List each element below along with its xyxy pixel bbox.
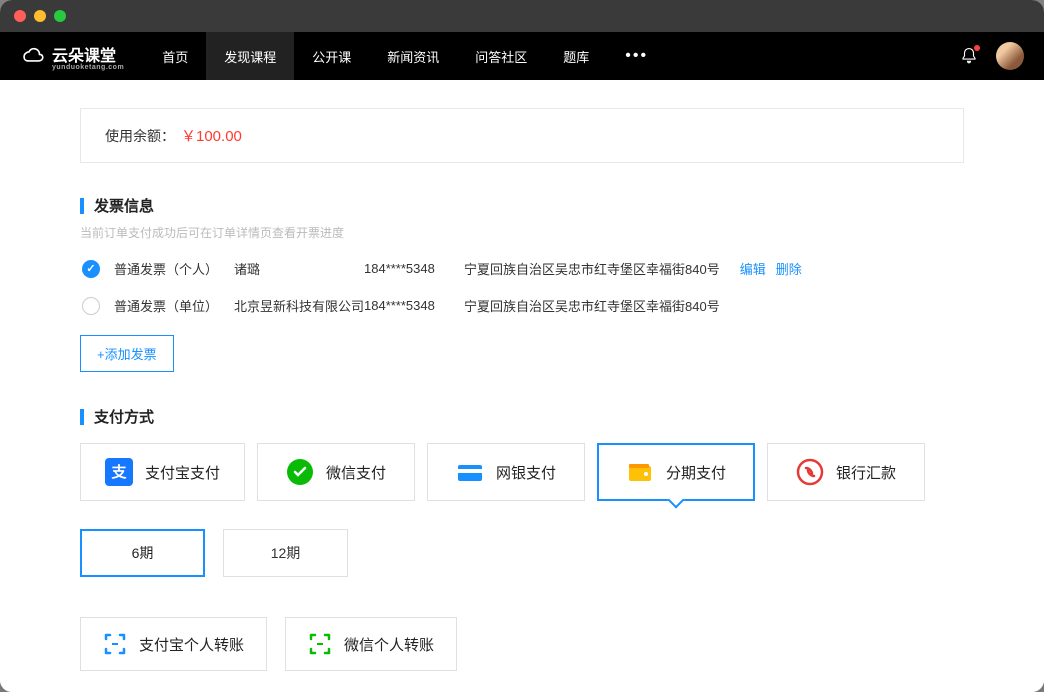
payment-section-title: 支付方式 [80,406,964,427]
pay-label: 网银支付 [496,462,556,483]
notification-dot-icon [974,45,980,51]
nav-question-bank[interactable]: 题库 [545,32,607,80]
logo-subtext: yunduoketang.com [52,64,124,71]
nav-more-icon[interactable]: ••• [607,47,666,65]
invoice-phone: 184****5348 [364,261,464,276]
transfer-label: 微信个人转账 [344,634,434,655]
invoice-actions: 编辑删除 [740,259,812,278]
wechat-icon [286,458,314,486]
balance-label: 使用余额： [105,126,175,146]
payment-methods-row: 支 支付宝支付 微信支付 网银支付 分期支付 [80,443,964,501]
user-avatar[interactable] [996,42,1024,70]
invoice-name: 北京昱新科技有限公司 [234,296,364,315]
invoice-address: 宁夏回族自治区吴忠市红寺堡区幸福街840号 [464,259,720,278]
invoice-name: 诸璐 [234,259,364,278]
add-invoice-button[interactable]: +添加发票 [80,335,174,372]
invoice-section-title: 发票信息 [80,195,964,216]
bank-transfer-icon [796,458,824,486]
transfer-label: 支付宝个人转账 [139,634,244,655]
pay-alipay[interactable]: 支 支付宝支付 [80,443,245,501]
invoice-type: 普通发票（单位） [114,296,234,315]
nav-news[interactable]: 新闻资讯 [369,32,457,80]
window-minimize-icon[interactable] [34,10,46,22]
notification-bell-icon[interactable] [960,47,978,65]
pay-bank[interactable]: 网银支付 [427,443,585,501]
alipay-transfer[interactable]: 支付宝个人转账 [80,617,267,671]
app-window: 云朵课堂 yunduoketang.com 首页 发现课程 公开课 新闻资讯 问… [0,0,1044,692]
scan-alipay-icon [103,632,127,656]
window-maximize-icon[interactable] [54,10,66,22]
pay-wechat[interactable]: 微信支付 [257,443,415,501]
invoice-subtitle: 当前订单支付成功后可在订单详情页查看开票进度 [80,224,964,241]
pay-label: 支付宝支付 [145,462,220,483]
nav-qa-community[interactable]: 问答社区 [457,32,545,80]
scan-wechat-icon [308,632,332,656]
site-logo[interactable]: 云朵课堂 yunduoketang.com [20,42,124,71]
wallet-icon [626,458,654,486]
nav-discover-courses[interactable]: 发现课程 [206,32,294,80]
bank-card-icon [456,458,484,486]
blue-bar-icon [80,409,84,425]
balance-amount: ￥100.00 [181,125,242,146]
invoice-phone: 184****5348 [364,298,464,313]
pay-label: 分期支付 [666,462,726,483]
edit-link[interactable]: 编辑 [740,262,766,277]
balance-box: 使用余额： ￥100.00 [80,108,964,163]
pay-label: 微信支付 [326,462,386,483]
pay-bank-transfer[interactable]: 银行汇款 [767,443,925,501]
invoice-type: 普通发票（个人） [114,259,234,278]
nav-items-container: 首页 发现课程 公开课 新闻资讯 问答社区 题库 ••• [144,32,666,80]
nav-right [960,42,1024,70]
window-close-icon[interactable] [14,10,26,22]
top-navbar: 云朵课堂 yunduoketang.com 首页 发现课程 公开课 新闻资讯 问… [0,32,1044,80]
window-titlebar [0,0,1044,32]
pay-installment[interactable]: 分期支付 [597,443,755,501]
radio-unchecked-icon[interactable] [82,297,100,315]
installment-12[interactable]: 12期 [223,529,348,577]
cloud-logo-icon [20,43,46,69]
radio-checked-icon[interactable] [82,260,100,278]
svg-text:支: 支 [110,463,127,481]
invoice-title-text: 发票信息 [94,195,154,216]
blue-bar-icon [80,198,84,214]
pay-label: 银行汇款 [836,462,896,483]
nav-open-courses[interactable]: 公开课 [294,32,369,80]
delete-link[interactable]: 删除 [776,262,802,277]
nav-home[interactable]: 首页 [144,32,206,80]
invoice-address: 宁夏回族自治区吴忠市红寺堡区幸福街840号 [464,296,720,315]
wechat-transfer[interactable]: 微信个人转账 [285,617,457,671]
invoice-row-company[interactable]: 普通发票（单位） 北京昱新科技有限公司 184****5348 宁夏回族自治区吴… [80,296,964,315]
installment-options: 6期 12期 [80,529,964,577]
page-content: 使用余额： ￥100.00 发票信息 当前订单支付成功后可在订单详情页查看开票进… [0,80,1044,692]
logo-text: 云朵课堂 [52,42,124,66]
installment-6[interactable]: 6期 [80,529,205,577]
payment-title-text: 支付方式 [94,406,154,427]
alipay-icon: 支 [105,458,133,486]
transfer-options: 支付宝个人转账 微信个人转账 [80,617,964,671]
invoice-row-personal[interactable]: 普通发票（个人） 诸璐 184****5348 宁夏回族自治区吴忠市红寺堡区幸福… [80,259,964,278]
